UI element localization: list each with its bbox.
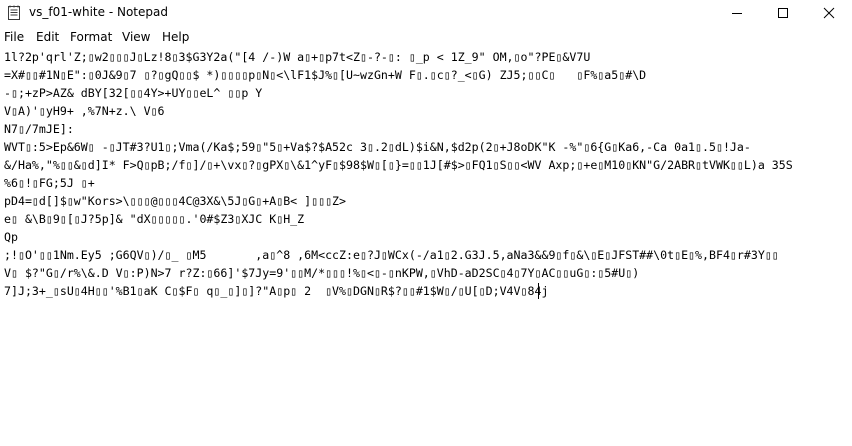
editor-line: WVT▯:5>Ep&6W▯ -▯JT#3?U1▯;Vma(/Ka$;59▯"5▯… <box>4 140 751 154</box>
minimize-icon <box>732 13 742 14</box>
editor-line: V▯A)'▯yH9+ ,%7N+z.\ V▯6 <box>4 104 165 118</box>
editor-line: 7]J;3+_▯sU▯4H▯▯'%B1▯aK C▯$F▯ q▯_▯]▯]?"A▯… <box>4 284 549 298</box>
editor-line: e▯ &\B▯9▯[▯J?5p]& "dX▯▯▯▯▯.'0#$Z3▯XJC K▯… <box>4 212 305 226</box>
editor-line: 1l?2p'qrl'Z;▯w2▯▯▯J▯Lz!8▯3$G3Y2a("[4 /-)… <box>4 50 591 64</box>
editor-line: ;!▯O'▯▯1Nm.Ey5 ;G6QV▯)/▯_ ▯M5 ,a▯^8 ,6M<… <box>4 248 779 262</box>
maximize-button[interactable] <box>760 0 806 26</box>
window-title: vs_f01-white - Notepad <box>29 5 168 19</box>
editor-line: %6▯!▯FG;5J ▯+ <box>4 176 95 190</box>
menu-view[interactable]: View <box>122 30 150 44</box>
notepad-app-icon[interactable] <box>7 5 21 21</box>
menu-help[interactable]: Help <box>162 30 189 44</box>
editor-line: N7▯/7mJE]: <box>4 122 74 136</box>
editor-line: &/Ha%,"%▯▯&▯d]I* F>Q▯pB;/f▯]/▯+\vx▯?▯gPX… <box>4 158 793 172</box>
menu-bar: File Edit Format View Help <box>0 28 852 48</box>
close-button[interactable] <box>806 0 852 26</box>
maximize-icon <box>778 8 788 18</box>
editor-line: -▯;+zP>AZ& dBY[32[▯▯4Y>+UY▯▯eL^ ▯▯p Y <box>4 86 263 100</box>
editor-line: Qp <box>4 230 18 244</box>
minimize-button[interactable] <box>714 0 760 26</box>
menu-format[interactable]: Format <box>70 30 112 44</box>
text-caret <box>538 283 539 299</box>
title-bar[interactable]: vs_f01-white - Notepad <box>0 0 852 26</box>
menu-edit[interactable]: Edit <box>36 30 59 44</box>
editor-line: pD4=▯d[]$▯w"Kors>\▯▯▯@▯▯▯4C@3X&\5J▯G▯+A▯… <box>4 194 347 208</box>
editor-line: V▯ $?"G▯/r%\&.D V▯:P)N>7 r?Z:▯66]'$7Jy=9… <box>4 266 640 280</box>
text-editor[interactable]: 1l?2p'qrl'Z;▯w2▯▯▯J▯Lz!8▯3$G3Y2a("[4 /-)… <box>0 47 852 446</box>
editor-line: =X#▯▯#1N▯E":▯0J&9▯7 ▯?▯gQ▯▯$ *)▯▯▯▯p▯N▯<… <box>4 68 647 82</box>
close-icon <box>823 7 835 19</box>
menu-file[interactable]: File <box>4 30 24 44</box>
